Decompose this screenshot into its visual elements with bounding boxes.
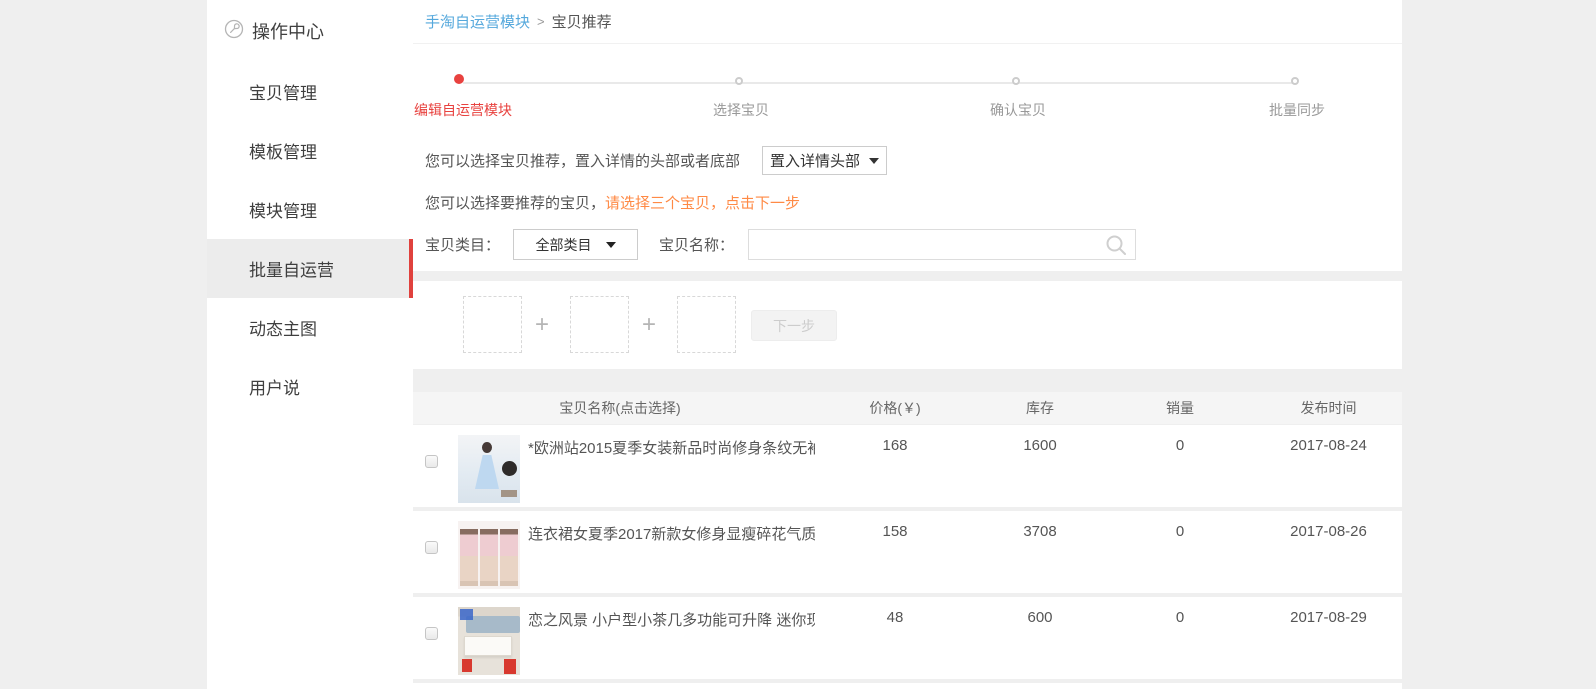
category-dropdown-value: 全部类目 <box>536 235 592 255</box>
row-checkbox[interactable] <box>425 541 438 554</box>
step-label-batch-sync: 批量同步 <box>1269 100 1325 120</box>
sidebar-header-operations-center[interactable]: 操作中心 <box>207 0 413 62</box>
sidebar: 操作中心 宝贝管理 模板管理 模块管理 批量自运营 动态主图 用户说 <box>207 0 413 689</box>
placement-dropdown-value: 置入详情头部 <box>770 150 860 171</box>
plus-sign: + <box>642 296 656 353</box>
product-price: 168 <box>815 425 975 454</box>
product-date: 2017-08-29 <box>1255 597 1402 626</box>
instruction-row-placement: 您可以选择宝贝推荐，置入详情的头部或者底部 置入详情头部 <box>425 146 887 175</box>
sidebar-item-label: 批量自运营 <box>249 256 334 281</box>
item-slot-3[interactable] <box>677 296 736 353</box>
step-dot-4 <box>1291 77 1299 85</box>
search-field-wrapper <box>748 229 1136 260</box>
chevron-down-icon <box>869 158 879 164</box>
sidebar-item-label: 动态主图 <box>249 315 317 340</box>
instruction-text-placement: 您可以选择宝贝推荐，置入详情的头部或者底部 <box>425 150 740 171</box>
breadcrumb-current: 宝贝推荐 <box>552 11 612 32</box>
product-stock: 600 <box>975 597 1105 626</box>
product-date: 2017-08-24 <box>1255 425 1402 454</box>
table-header: 宝贝名称(点击选择) 价格(￥) 库存 销量 发布时间 <box>413 392 1402 424</box>
row-checkbox[interactable] <box>425 627 438 640</box>
name-filter-label: 宝贝名称： <box>659 234 734 255</box>
breadcrumb: 手淘自运营模块 > 宝贝推荐 <box>413 0 1402 44</box>
product-stock: 1600 <box>975 425 1105 454</box>
product-stock: 3708 <box>975 511 1105 540</box>
step-dot-2 <box>735 77 743 85</box>
product-price: 48 <box>815 597 975 626</box>
wrench-icon <box>224 19 244 44</box>
product-name[interactable]: 连衣裙女夏季2017新款女修身显瘦碎花气质喇 <box>528 511 815 544</box>
product-date: 2017-08-26 <box>1255 511 1402 540</box>
product-name[interactable]: 恋之风景 小户型小茶几多功能可升降 迷你现代 <box>528 597 815 630</box>
product-sales: 0 <box>1105 511 1255 540</box>
column-header-stock: 库存 <box>975 398 1105 418</box>
category-filter-label: 宝贝类目： <box>425 234 500 255</box>
step-dot-1 <box>454 74 464 84</box>
column-header-name: 宝贝名称(点击选择) <box>425 398 815 418</box>
sidebar-item-label: 模块管理 <box>249 197 317 222</box>
sidebar-item-module-management[interactable]: 模块管理 <box>207 180 413 239</box>
instruction-row-select-items: 您可以选择要推荐的宝贝，请选择三个宝贝，点击下一步 <box>425 192 800 213</box>
chevron-down-icon <box>606 242 616 248</box>
stepper: 编辑自运营模块 选择宝贝 确认宝贝 批量同步 <box>425 44 1402 129</box>
step-label-select-items: 选择宝贝 <box>713 100 769 120</box>
main-panel: 手淘自运营模块 > 宝贝推荐 编辑自运营模块 选择宝贝 确认宝贝 批量同步 您可… <box>413 0 1402 271</box>
stepper-line <box>463 82 1297 84</box>
product-sales: 0 <box>1105 425 1255 454</box>
sidebar-item-template-management[interactable]: 模板管理 <box>207 121 413 180</box>
column-header-sales: 销量 <box>1105 398 1255 418</box>
next-row-sliver <box>413 683 1402 689</box>
column-header-price: 价格(￥) <box>815 398 975 418</box>
breadcrumb-parent-link[interactable]: 手淘自运营模块 <box>425 11 530 32</box>
sidebar-header-label: 操作中心 <box>252 18 324 44</box>
instruction-text-highlight: 请选择三个宝贝，点击下一步 <box>605 195 800 212</box>
filter-row: 宝贝类目： 全部类目 宝贝名称： <box>425 229 1136 260</box>
next-step-button[interactable]: 下一步 <box>751 310 837 341</box>
column-header-date: 发布时间 <box>1255 398 1402 418</box>
product-image-blue-dress[interactable] <box>458 435 520 503</box>
product-name[interactable]: *欧洲站2015夏季女装新品时尚修身条纹无袖背 <box>528 425 815 458</box>
product-image-floral-dress[interactable] <box>458 521 520 589</box>
sidebar-item-baby-management[interactable]: 宝贝管理 <box>207 62 413 121</box>
sidebar-item-user-says[interactable]: 用户说 <box>207 357 413 416</box>
sidebar-item-label: 宝贝管理 <box>249 79 317 104</box>
sidebar-item-batch-self-operation[interactable]: 批量自运营 <box>207 239 413 298</box>
sidebar-item-dynamic-main-image[interactable]: 动态主图 <box>207 298 413 357</box>
table-row: *欧洲站2015夏季女装新品时尚修身条纹无袖背 168 1600 0 2017-… <box>413 425 1402 507</box>
product-image-coffee-table[interactable] <box>458 607 520 675</box>
step-dot-3 <box>1012 77 1020 85</box>
category-dropdown[interactable]: 全部类目 <box>513 229 638 260</box>
instruction-text-prefix: 您可以选择要推荐的宝贝， <box>425 195 605 212</box>
table-row: 恋之风景 小户型小茶几多功能可升降 迷你现代 48 600 0 2017-08-… <box>413 597 1402 679</box>
product-sales: 0 <box>1105 597 1255 626</box>
table-row: 连衣裙女夏季2017新款女修身显瘦碎花气质喇 158 3708 0 2017-0… <box>413 511 1402 593</box>
search-icon[interactable] <box>1104 233 1128 261</box>
item-slot-2[interactable] <box>570 296 629 353</box>
row-checkbox[interactable] <box>425 455 438 468</box>
selection-panel: + + 下一步 <box>413 281 1402 369</box>
product-price: 158 <box>815 511 975 540</box>
sidebar-item-label: 用户说 <box>249 374 300 399</box>
step-label-edit-module: 编辑自运营模块 <box>414 100 512 120</box>
search-input[interactable] <box>748 229 1136 260</box>
placement-dropdown[interactable]: 置入详情头部 <box>762 146 887 175</box>
plus-sign: + <box>535 296 549 353</box>
breadcrumb-separator: > <box>537 14 545 29</box>
item-slot-1[interactable] <box>463 296 522 353</box>
step-label-confirm-items: 确认宝贝 <box>990 100 1046 120</box>
sidebar-item-label: 模板管理 <box>249 138 317 163</box>
